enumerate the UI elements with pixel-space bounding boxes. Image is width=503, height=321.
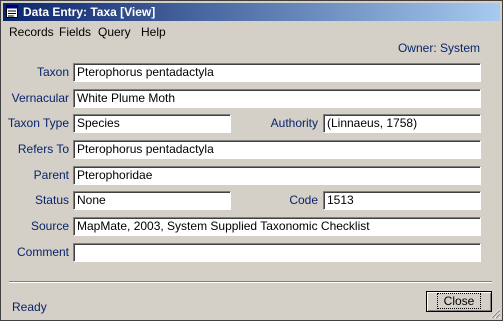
- refers-to-label: Refers To: [17, 142, 69, 156]
- authority-label: Authority: [270, 116, 318, 130]
- menu-help[interactable]: Help: [141, 22, 166, 42]
- menu-records[interactable]: Records: [9, 22, 54, 42]
- parent-field[interactable]: Pterophoridae: [73, 166, 481, 185]
- menu-fields[interactable]: Fields: [59, 22, 91, 42]
- close-button[interactable]: Close: [426, 291, 492, 312]
- window-title: Data Entry: Taxa [View]: [23, 5, 156, 19]
- owner-label: Owner: System: [397, 41, 480, 55]
- menu-query[interactable]: Query: [98, 22, 131, 42]
- comment-field[interactable]: [73, 243, 481, 262]
- comment-label: Comment: [16, 245, 69, 259]
- vernacular-field[interactable]: White Plume Moth: [73, 89, 481, 108]
- status-text: Ready: [12, 300, 47, 314]
- refers-to-field[interactable]: Pterophorus pentadactyla: [73, 140, 481, 159]
- divider: [9, 281, 492, 283]
- source-label: Source: [30, 219, 69, 233]
- parent-label: Parent: [33, 168, 69, 182]
- title-bar[interactable]: Data Entry: Taxa [View]: [3, 3, 500, 21]
- taxon-label: Taxon: [36, 65, 69, 79]
- data-entry-window: Data Entry: Taxa [View] Records Fields Q…: [0, 0, 503, 321]
- vernacular-label: Vernacular: [11, 91, 69, 105]
- code-label: Code: [289, 193, 318, 207]
- menu-bar: Records Fields Query Help: [1, 22, 502, 42]
- taxon-field[interactable]: Pterophorus pentadactyla: [73, 63, 481, 82]
- form-icon: [6, 5, 18, 18]
- taxon-type-label: Taxon Type: [7, 116, 69, 130]
- status-label: Status: [34, 193, 69, 207]
- authority-field[interactable]: (Linnaeus, 1758): [323, 114, 481, 133]
- resize-grip-icon[interactable]: [489, 307, 501, 319]
- close-button-label: Close: [436, 293, 482, 309]
- taxon-type-field[interactable]: Species: [73, 114, 231, 133]
- status-field[interactable]: None: [73, 191, 231, 210]
- code-field[interactable]: 1513: [323, 191, 481, 210]
- source-field[interactable]: MapMate, 2003, System Supplied Taxonomic…: [73, 217, 481, 236]
